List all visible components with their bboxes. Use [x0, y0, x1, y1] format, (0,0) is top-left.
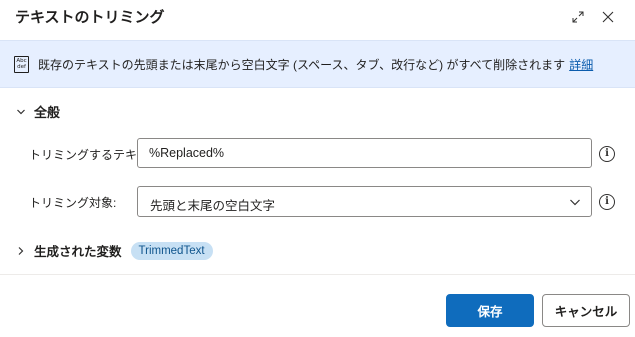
chevron-down-icon	[568, 195, 582, 209]
trim-target-select[interactable]: 先頭と末尾の空白文字	[137, 186, 592, 217]
details-link[interactable]: 詳細	[569, 56, 593, 73]
info-icon[interactable]: i	[599, 194, 615, 210]
footer-divider	[0, 274, 635, 275]
trim-text-dialog: テキストのトリミング Abc def 既存のテキストの先頭または末尾から空白文字…	[0, 0, 635, 337]
banner-text: 既存のテキストの先頭または末尾から空白文字 (スペース、タブ、改行など) がすべ…	[38, 57, 566, 72]
trim-target-value: 先頭と末尾の空白文字	[150, 199, 276, 213]
info-banner: Abc def 既存のテキストの先頭または末尾から空白文字 (スペース、タブ、改…	[0, 40, 635, 88]
trim-target-label: トリミング対象:	[29, 196, 117, 210]
variables-section-toggle[interactable]: 生成された変数 TrimmedText	[14, 241, 213, 260]
general-section-toggle[interactable]: 全般	[14, 102, 60, 121]
abc-def-icon: Abc def	[14, 55, 29, 73]
dialog-title: テキストのトリミング	[15, 9, 165, 26]
variable-chip[interactable]: TrimmedText	[130, 241, 213, 260]
cancel-button[interactable]: キャンセル	[542, 294, 630, 327]
abc-icon-line1: Abc	[16, 57, 27, 64]
abc-icon-line2: def	[17, 63, 26, 70]
expand-icon[interactable]	[567, 6, 589, 28]
variables-section-label: 生成された変数	[34, 245, 122, 259]
title-bar: テキストのトリミング	[0, 0, 635, 38]
chevron-down-icon	[14, 105, 28, 119]
save-button[interactable]: 保存	[446, 294, 534, 327]
text-to-trim-input[interactable]	[137, 138, 592, 168]
chevron-right-icon	[14, 244, 28, 258]
info-icon[interactable]: i	[599, 146, 615, 162]
general-section-label: 全般	[34, 105, 61, 120]
close-icon[interactable]	[597, 6, 619, 28]
